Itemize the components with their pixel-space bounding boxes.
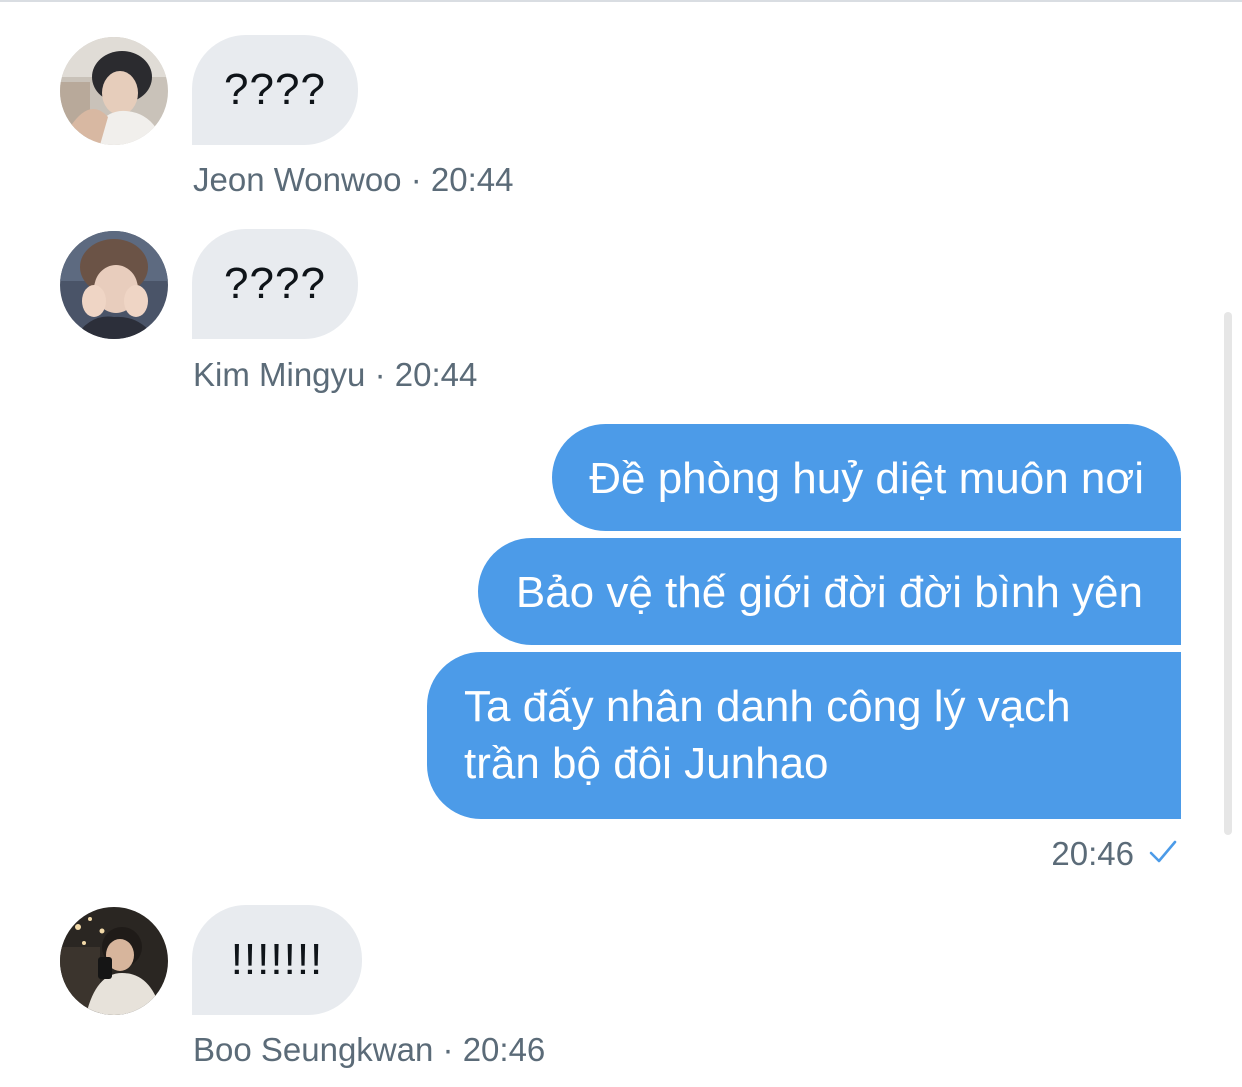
message-text: ???? [224,65,326,114]
incoming-message-bubble[interactable]: ???? [192,229,358,339]
message-time: 20:44 [430,161,514,198]
avatar-boo-seungkwan[interactable] [60,907,168,1015]
message-time: 20:46 [1051,835,1134,872]
meta-separator: · [410,161,422,198]
message-text: Bảo vệ thế giới đời đời bình yên [515,568,1143,617]
message-meta: Jeon Wonwoo · 20:44 [193,160,513,200]
outgoing-message-status: 20:46 [1051,834,1178,874]
message-meta: Boo Seungkwan · 20:46 [193,1030,545,1070]
outgoing-message-bubble[interactable]: Đề phòng huỷ diệt muôn nơi [552,424,1181,531]
sender-name: Boo Seungkwan [193,1031,434,1068]
message-text: Ta đấy nhân danh công lý vạch trần bộ đô… [464,682,1071,788]
incoming-message-bubble[interactable]: ???? [192,35,358,145]
message-text: ???? [224,259,326,308]
meta-separator: · [442,1031,454,1068]
message-text: Đề phòng huỷ diệt muôn nơi [589,454,1144,503]
checkmark-icon [1148,834,1178,874]
message-meta: Kim Mingyu · 20:44 [193,355,477,395]
meta-separator: · [374,356,386,393]
outgoing-message-bubble[interactable]: Ta đấy nhân danh công lý vạch trần bộ đô… [427,652,1181,819]
scrollbar[interactable] [1224,312,1232,835]
avatar-jeon-wonwoo[interactable] [60,37,168,145]
message-time: 20:44 [394,356,478,393]
outgoing-message-bubble[interactable]: Bảo vệ thế giới đời đời bình yên [477,538,1181,645]
message-text: !!!!!!! [230,935,324,984]
avatar-kim-mingyu[interactable] [60,231,168,339]
top-divider [0,0,1242,2]
incoming-message-bubble[interactable]: !!!!!!! [192,905,362,1015]
sender-name: Jeon Wonwoo [193,161,402,198]
sender-name: Kim Mingyu [193,356,366,393]
message-time: 20:46 [462,1031,546,1068]
